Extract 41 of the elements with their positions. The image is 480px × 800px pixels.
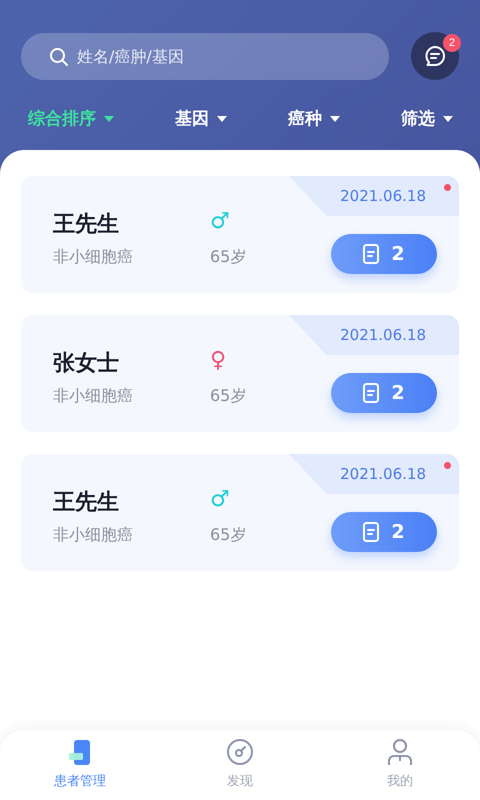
caret-icon [217,116,227,122]
search-icon [49,46,69,66]
report-button[interactable]: 2 [331,234,437,274]
patient-name: 张女士 [53,350,120,378]
age-text: 65岁 [210,525,248,546]
diagnosis-text: 非小细胞癌 [53,247,134,268]
chat-icon [423,44,447,68]
filter-tab[interactable]: 基因 [175,107,227,130]
message-button[interactable]: 2 [411,32,459,80]
filter-tab[interactable]: 筛选 [401,107,453,130]
age-text: 65岁 [210,386,248,407]
patient-card[interactable]: 2021.06.18 王先生 ♂ 非小细胞癌 65岁 2 [21,176,459,293]
patient-name: 王先生 [53,489,120,517]
date-tag: 2021.06.18 [289,176,459,216]
date-tag: 2021.06.18 [289,454,459,494]
report-button[interactable]: 2 [331,512,437,552]
report-button[interactable]: 2 [331,372,437,412]
document-icon [363,522,380,542]
nav-tab[interactable]: 患者管理 [30,730,130,800]
filter-tab[interactable]: 癌种 [288,107,340,130]
nav-tab[interactable]: 发现 [190,730,290,800]
nav-tab[interactable]: 我的 [350,730,450,800]
patient-card[interactable]: 2021.06.18 张女士 ♀ 非小细胞癌 65岁 2 [21,315,459,432]
person-icon [386,738,414,766]
gender-symbol: ♂ [210,487,231,514]
patient-card[interactable]: 2021.06.18 王先生 ♂ 非小细胞癌 65岁 2 [21,454,459,571]
date-tag: 2021.06.18 [289,315,459,355]
compass-icon [226,738,254,766]
filter-tab[interactable]: 综合排序 [28,107,114,130]
gender-symbol: ♀ [210,348,228,375]
diagnosis-text: 非小细胞癌 [53,525,134,546]
patient-name: 王先生 [53,211,120,239]
document-icon [363,382,380,402]
notification-badge: 2 [443,34,461,52]
caret-icon [330,116,340,122]
age-text: 65岁 [210,247,248,268]
caret-icon [443,116,453,122]
document-icon [363,244,380,264]
gender-symbol: ♂ [210,209,231,236]
diagnosis-text: 非小细胞癌 [53,386,134,407]
caret-icon [104,116,114,122]
